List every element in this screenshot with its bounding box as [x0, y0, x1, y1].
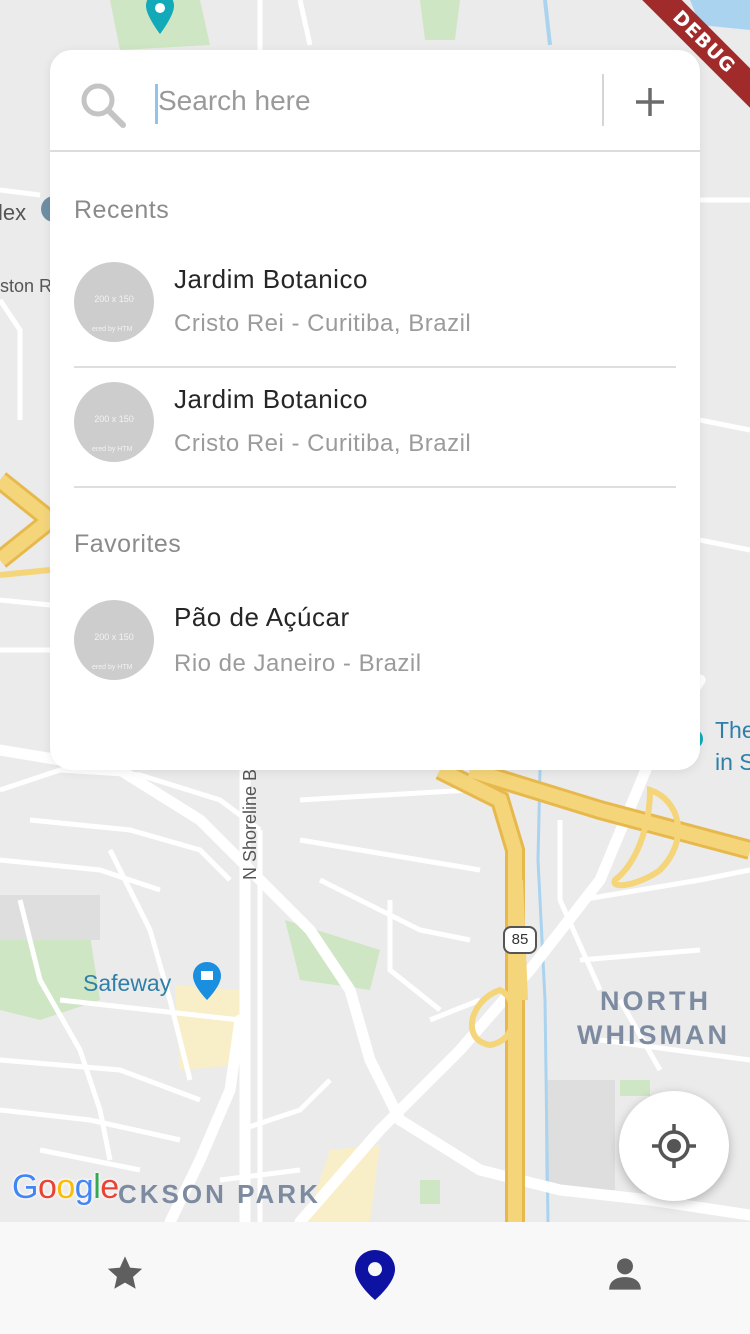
thumbnail-credit-text: ered by HTM	[92, 446, 133, 453]
thumbnail-placeholder-text: 200 x 150	[94, 414, 134, 424]
place-address: Cristo Rei - Curitiba, Brazil	[174, 310, 472, 337]
map-street-label: ston R	[0, 276, 53, 296]
google-logo-letter: o	[56, 1168, 75, 1206]
map-poi-label[interactable]: Safeway	[83, 970, 171, 997]
map-area-label: CKSON PARK	[118, 1179, 321, 1209]
thumbnail-credit-text: ered by HTM	[92, 326, 133, 333]
favorite-place-item[interactable]: 200 x 150 ered by HTM Pão de Açúcar Rio …	[74, 584, 676, 704]
map-street-label: N Shoreline B	[240, 768, 260, 880]
search-bar	[50, 50, 700, 152]
search-divider	[602, 74, 604, 126]
map-poi-label: lex	[0, 200, 27, 225]
place-thumbnail: 200 x 150 ered by HTM	[74, 600, 154, 680]
google-logo-letter: g	[74, 1168, 94, 1206]
person-icon	[609, 1258, 641, 1290]
add-button[interactable]	[622, 76, 678, 128]
bottom-navigation-bar	[0, 1222, 750, 1334]
place-address: Rio de Janeiro - Brazil	[174, 650, 422, 677]
map-pin-icon	[355, 1250, 395, 1300]
nav-favorites-tab[interactable]	[95, 1252, 155, 1304]
place-thumbnail: 200 x 150 ered by HTM	[74, 262, 154, 342]
thumbnail-credit-text: ered by HTM	[92, 664, 133, 671]
place-name: Pão de Açúcar	[174, 602, 350, 632]
place-address: Cristo Rei - Curitiba, Brazil	[174, 430, 472, 457]
search-input[interactable]	[158, 78, 578, 124]
map-poi-label[interactable]: The	[715, 717, 750, 744]
google-logo-letter: G	[12, 1168, 38, 1206]
recent-place-item[interactable]: 200 x 150 ered by HTM Jardim Botanico Cr…	[74, 246, 676, 368]
map-area-label: NORTH	[600, 986, 711, 1016]
nav-profile-tab[interactable]	[595, 1252, 655, 1304]
google-logo-letter: o	[37, 1168, 57, 1206]
recent-place-item[interactable]: 200 x 150 ered by HTM Jardim Botanico Cr…	[74, 366, 676, 488]
place-thumbnail: 200 x 150 ered by HTM	[74, 382, 154, 462]
nav-map-tab[interactable]	[345, 1250, 405, 1302]
highway-shield: 85	[503, 926, 537, 954]
thumbnail-placeholder-text: 200 x 150	[94, 294, 134, 304]
google-logo: Google	[12, 1168, 119, 1207]
search-icon	[81, 83, 126, 128]
google-logo-letter: e	[100, 1168, 119, 1206]
crosshair-icon	[652, 1124, 696, 1168]
map-area-label: WHISMAN	[577, 1020, 730, 1050]
map-poi-label[interactable]: in S	[715, 749, 750, 776]
place-name: Jardim Botanico	[174, 264, 368, 294]
star-icon	[107, 1256, 143, 1289]
favorites-heading: Favorites	[74, 530, 182, 558]
thumbnail-placeholder-text: 200 x 150	[94, 632, 134, 642]
search-panel: Recents 200 x 150 ered by HTM Jardim Bot…	[50, 50, 700, 770]
place-name: Jardim Botanico	[174, 384, 368, 414]
my-location-button[interactable]	[619, 1091, 729, 1201]
recents-heading: Recents	[74, 196, 170, 224]
